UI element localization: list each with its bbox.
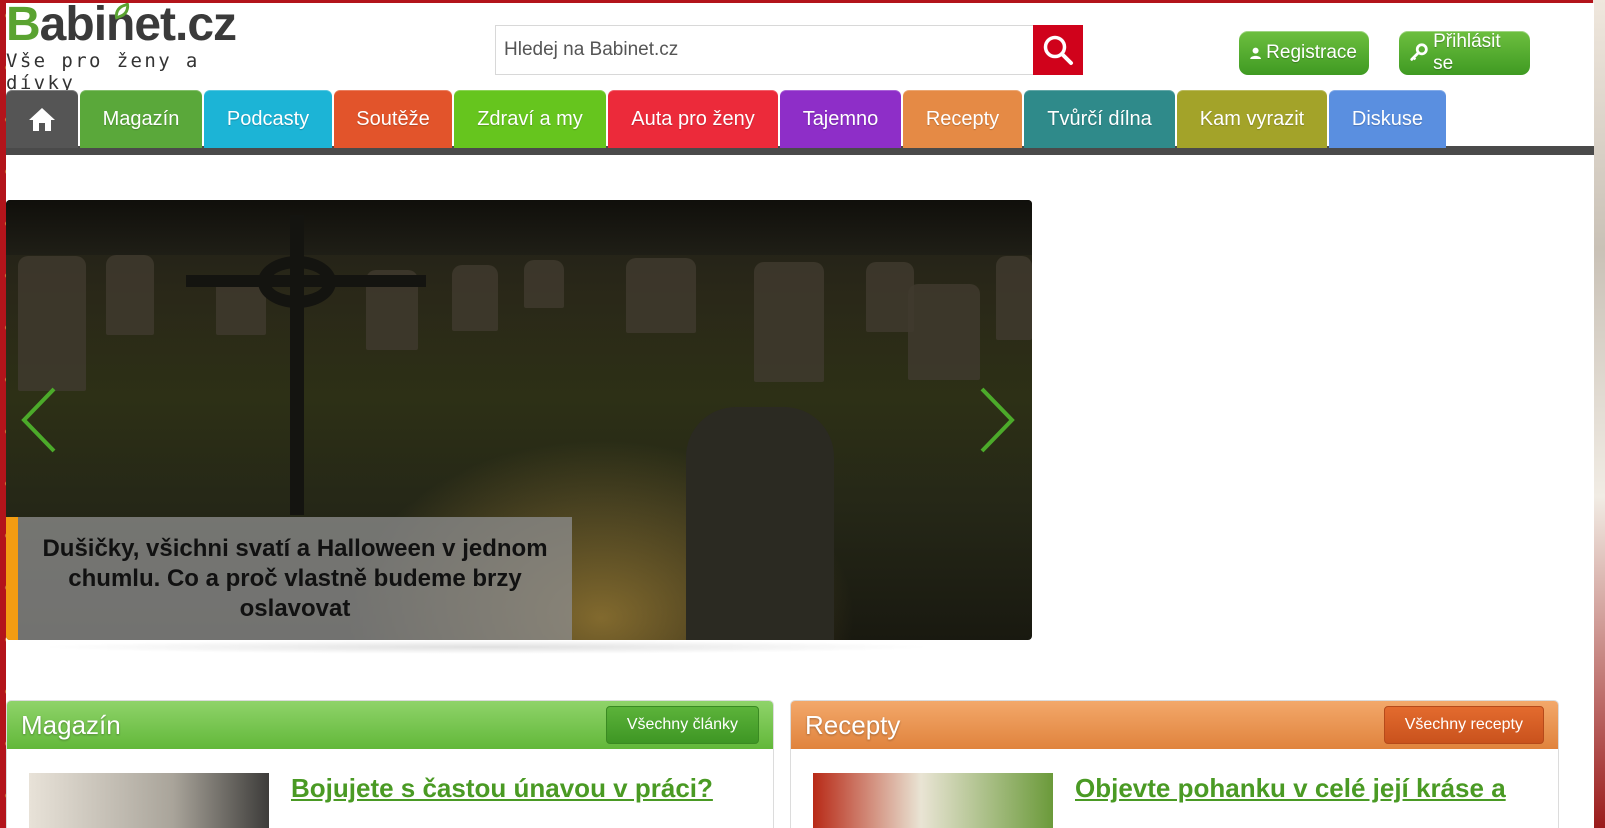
tab-tvurci-dilna[interactable]: Tvůrčí dílna — [1024, 90, 1175, 148]
recipe-thumbnail[interactable] — [813, 773, 1053, 828]
hero-image-gravestone — [106, 255, 154, 335]
tab-recepty[interactable]: Recepty — [903, 90, 1022, 148]
hero-image-cross-ring — [258, 256, 336, 308]
recepty-header: Recepty Všechny recepty — [791, 701, 1558, 749]
search-icon — [1043, 35, 1073, 65]
logo-tagline: Vše pro ženy a dívky — [6, 50, 200, 94]
recepty-section: Recepty Všechny recepty Objevte pohanku … — [790, 700, 1559, 828]
search-form — [495, 25, 1083, 75]
recepty-title: Recepty — [805, 709, 901, 740]
hero-image-gravestone — [18, 256, 86, 391]
tab-magazin[interactable]: Magazín — [80, 90, 202, 148]
hero-shadow — [36, 640, 936, 654]
magazin-header: Magazín Všechny články — [7, 701, 773, 749]
tab-souteze[interactable]: Soutěže — [334, 90, 452, 148]
hero-image-gravestone — [866, 262, 914, 332]
login-label: Přihlásit se — [1433, 31, 1501, 74]
all-recipes-button[interactable]: Všechny recepty — [1383, 706, 1544, 744]
key-icon — [1410, 43, 1428, 61]
search-input[interactable] — [496, 26, 1033, 74]
hero-caption[interactable]: Dušičky, všichni svatí a Halloween v jed… — [6, 517, 572, 640]
recipe-link[interactable]: Objevte pohanku v celé její kráse a — [1075, 773, 1506, 804]
hero-image-gravestone — [754, 262, 824, 382]
magazin-body: Bojujete s častou únavou v práci? — [7, 749, 773, 828]
tab-zdravi-a-my[interactable]: Zdraví a my — [454, 90, 606, 148]
main-navigation: Magazín Podcasty Soutěže Zdraví a my Aut… — [6, 90, 1594, 157]
home-icon — [29, 108, 55, 131]
chevron-right-icon — [980, 387, 1015, 453]
slider-prev-arrow[interactable] — [20, 385, 60, 455]
tab-auta-pro-zeny[interactable]: Auta pro ženy — [608, 90, 778, 148]
magazin-section: Magazín Všechny články Bojujete s častou… — [6, 700, 774, 828]
article-link[interactable]: Bojujete s častou únavou v práci? — [291, 773, 713, 804]
hero-image-headstone — [686, 407, 834, 640]
recepty-body: Objevte pohanku v celé její kráse a — [791, 749, 1558, 828]
hero-image-gravestone — [452, 265, 498, 331]
register-button[interactable]: Registrace — [1239, 31, 1369, 75]
register-label: Registrace — [1266, 42, 1357, 63]
hero-slider[interactable]: Dušičky, všichni svatí a Halloween v jed… — [6, 200, 1032, 640]
tab-podcasty[interactable]: Podcasty — [204, 90, 332, 148]
search-button[interactable] — [1033, 25, 1083, 75]
nav-tabs: Magazín Podcasty Soutěže Zdraví a my Aut… — [6, 90, 1594, 148]
user-icon — [1250, 47, 1261, 59]
tab-tajemno[interactable]: Tajemno — [780, 90, 901, 148]
tab-diskuse[interactable]: Diskuse — [1329, 90, 1446, 148]
all-articles-button[interactable]: Všechny články — [605, 706, 759, 744]
hero-image-gravestone — [524, 260, 564, 308]
logo[interactable]: Babinet.cz Vše pro ženy a dívky — [6, 3, 276, 94]
chevron-left-icon — [21, 387, 56, 453]
hero-image-gravestone — [908, 284, 980, 380]
login-button[interactable]: Přihlásit se — [1399, 31, 1530, 75]
slider-next-arrow[interactable] — [976, 385, 1016, 455]
tab-kam-vyrazit[interactable]: Kam vyrazit — [1177, 90, 1327, 148]
hero-image-gravestone — [996, 256, 1032, 340]
side-decoration — [1593, 0, 1605, 828]
hero-image-gravestone — [626, 258, 696, 333]
hero-image-trees — [6, 200, 1032, 255]
hero-caption-title: Dušičky, všichni svatí a Halloween v jed… — [42, 534, 548, 622]
magazin-title: Magazín — [21, 709, 121, 740]
article-thumbnail[interactable] — [29, 773, 269, 828]
tab-home[interactable] — [6, 90, 78, 148]
page: Babinet.cz Vše pro ženy a dívky Registra… — [6, 3, 1594, 828]
